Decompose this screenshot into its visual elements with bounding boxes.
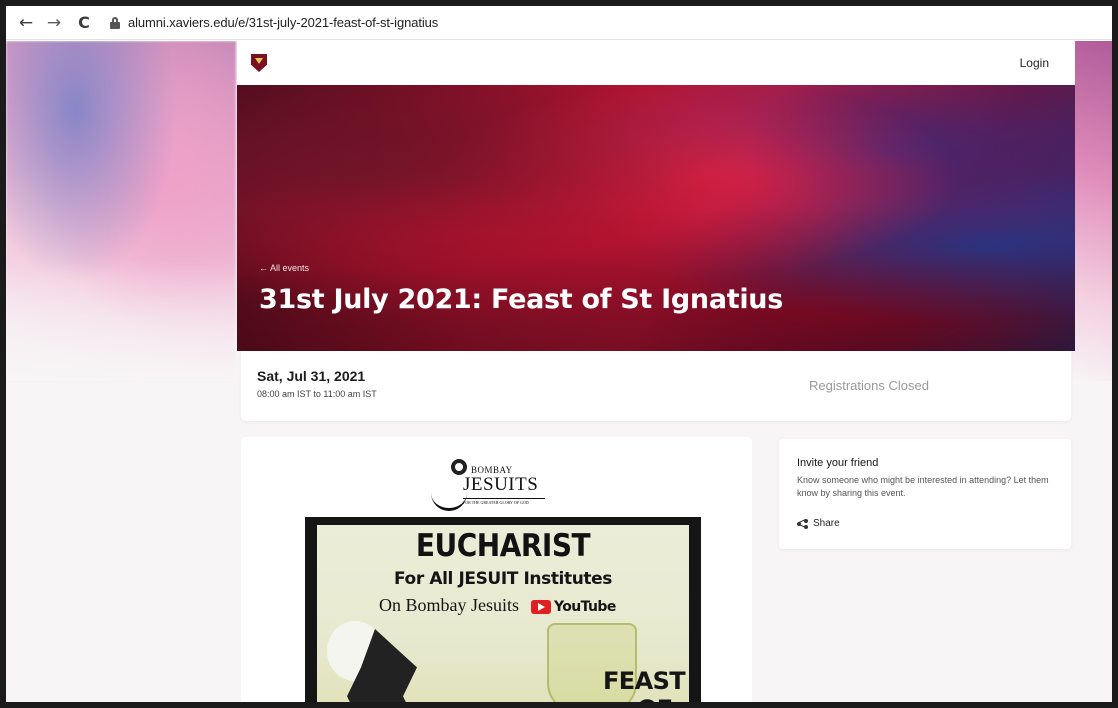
college-crest-icon[interactable] [251, 54, 267, 72]
login-button[interactable]: Login [1010, 50, 1059, 76]
poster-artwork: EUCHARIST For All JESUIT Institutes On B… [317, 525, 689, 702]
logo-tagline: FOR THE GREATER GLORY OF GOD [463, 500, 529, 505]
youtube-wordmark: YouTube [554, 599, 616, 615]
share-icon [797, 518, 809, 529]
share-label: Share [813, 518, 840, 529]
back-arrow-icon[interactable]: ← [14, 11, 38, 35]
poster-subheading: For All JESUIT Institutes [394, 569, 612, 589]
event-poster-image: EUCHARIST For All JESUIT Institutes On B… [305, 517, 701, 702]
page-backdrop: Login ← All events 31st July 2021: Feast… [6, 41, 1112, 702]
poster-feast-text: FEAST [603, 667, 686, 695]
background-art-right [1072, 41, 1112, 381]
logo-underline [463, 498, 545, 499]
event-time: 08:00 am IST to 11:00 am IST [257, 389, 377, 399]
event-date: Sat, Jul 31, 2021 [257, 368, 366, 384]
invite-title: Invite your friend [797, 457, 879, 469]
share-button[interactable]: Share [797, 518, 840, 529]
invite-friend-card: Invite your friend Know someone who migh… [779, 439, 1071, 549]
lock-icon [110, 16, 120, 29]
reload-icon[interactable]: C [72, 11, 96, 35]
all-events-link[interactable]: ← All events [259, 263, 309, 273]
poster-heading: EUCHARIST [415, 527, 591, 564]
poster-channel-line: On Bombay Jesuits [379, 595, 520, 615]
bombay-jesuits-logo: BOMBAY JESUITS FOR THE GREATER GLORY OF … [421, 459, 545, 515]
invite-description: Know someone who might be interested in … [797, 475, 1049, 498]
url-text: alumni.xaviers.edu/e/31st-july-2021-feas… [128, 15, 439, 30]
event-hero-banner: ← All events 31st July 2021: Feast of St… [237, 85, 1075, 351]
forward-arrow-icon[interactable]: → [42, 11, 66, 35]
event-date-card: Sat, Jul 31, 2021 08:00 am IST to 11:00 … [241, 351, 1071, 421]
poster-of-text: OF [637, 695, 673, 702]
sun-emblem-icon [451, 459, 467, 475]
event-description-card: BOMBAY JESUITS FOR THE GREATER GLORY OF … [241, 437, 752, 702]
address-bar[interactable]: alumni.xaviers.edu/e/31st-july-2021-feas… [110, 11, 438, 35]
site-header: Login [237, 41, 1075, 85]
event-page: Login ← All events 31st July 2021: Feast… [237, 41, 1075, 702]
browser-window: ← → C alumni.xaviers.edu/e/31st-july-202… [6, 6, 1112, 702]
logo-text-large: JESUITS [463, 474, 539, 495]
youtube-logo: YouTube [531, 599, 616, 615]
event-title: 31st July 2021: Feast of St Ignatius [259, 284, 783, 315]
registration-status: Registrations Closed [809, 378, 929, 393]
logo-swoosh [431, 489, 467, 511]
browser-toolbar: ← → C alumni.xaviers.edu/e/31st-july-202… [6, 6, 1112, 40]
youtube-play-icon [531, 600, 551, 614]
background-art-left [6, 41, 236, 381]
